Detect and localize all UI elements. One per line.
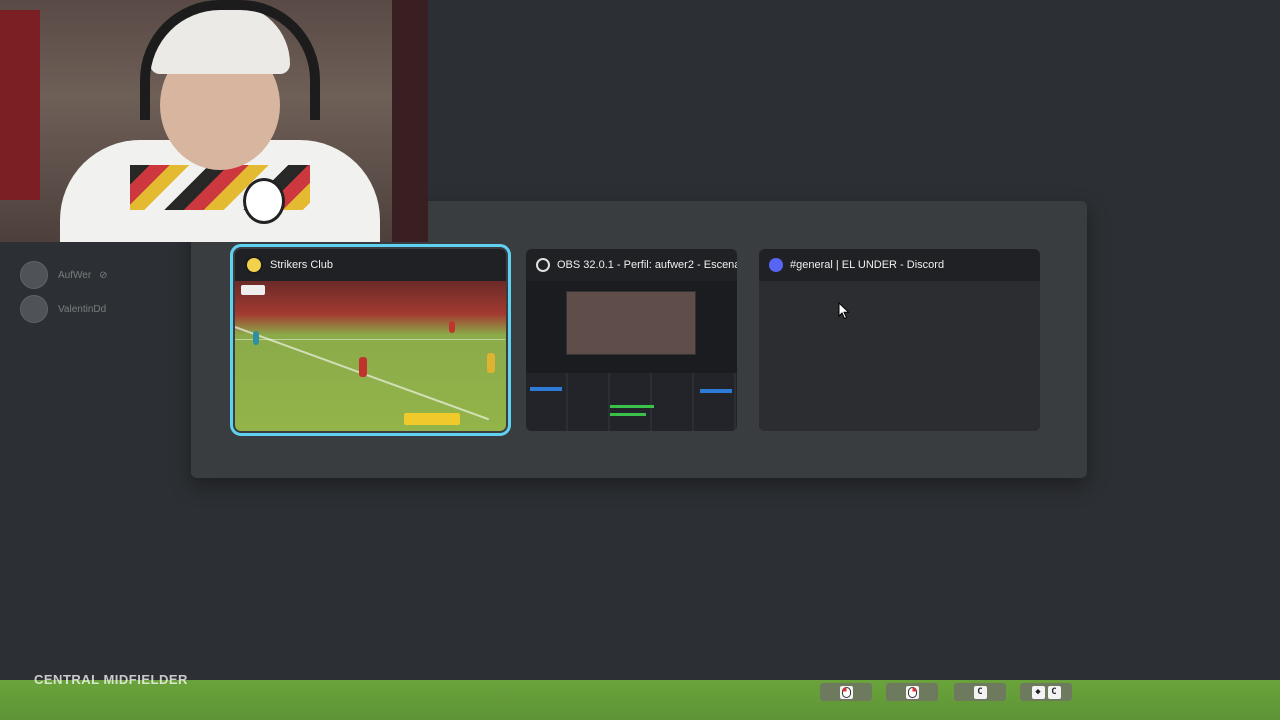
obs-docks <box>526 373 737 431</box>
game-hud-keys <box>404 413 460 425</box>
window-titlebar: Strikers Club <box>235 249 506 281</box>
voice-user[interactable]: AufWer ⊘ <box>20 260 180 290</box>
obs-scene-preview <box>566 291 696 355</box>
scoreboard <box>241 285 265 295</box>
webcam-overlay <box>0 0 428 242</box>
voice-user[interactable]: ValentinDd <box>20 294 180 324</box>
audio-meter <box>610 405 654 408</box>
player <box>253 331 259 345</box>
webcam-shirt-crest <box>243 178 285 224</box>
keycap-c: C <box>1047 685 1061 699</box>
strikers-club-icon <box>245 256 263 274</box>
window-thumbnail-discord[interactable]: #general | EL UNDER - Discord <box>759 249 1040 431</box>
window-titlebar: OBS 32.0.1 - Perfil: aufwer2 - Escenas:.… <box>526 249 737 281</box>
discord-preview <box>759 281 1040 431</box>
game-preview <box>235 281 506 431</box>
game-bottom-hud <box>0 680 1280 720</box>
voice-user-list: AufWer ⊘ ValentinDd <box>20 260 180 328</box>
obs-preview <box>526 281 737 431</box>
webcam-curtain <box>0 10 40 200</box>
webcam-wall <box>392 0 428 242</box>
voice-user-name: ValentinDd <box>58 303 107 315</box>
player <box>449 321 455 333</box>
window-title: #general | EL UNDER - Discord <box>790 259 945 271</box>
obs-icon <box>536 258 550 272</box>
player <box>487 353 495 373</box>
obs-selected-scene <box>530 387 562 391</box>
voice-user-name: AufWer <box>58 269 92 281</box>
window-title: OBS 32.0.1 - Perfil: aufwer2 - Escenas:.… <box>557 259 737 271</box>
webcam-headset <box>140 0 320 120</box>
shift-icon: ◆ <box>1031 685 1045 699</box>
pitch-line <box>235 339 505 340</box>
window-thumbnail-strikers-club[interactable]: Strikers Club <box>230 244 511 436</box>
discord-icon <box>769 258 783 272</box>
audio-meter <box>610 413 646 416</box>
key-hint: C <box>954 683 1006 701</box>
key-hint: ◆ C <box>1020 683 1072 701</box>
mouse-left-icon <box>839 685 853 699</box>
window-titlebar: #general | EL UNDER - Discord <box>759 249 1040 281</box>
key-hint <box>820 683 872 701</box>
window-switcher: Strikers Club OBS 32.0.1 - Perfil: aufwe… <box>191 201 1087 478</box>
mouse-right-icon <box>905 685 919 699</box>
window-thumbnail-obs[interactable]: OBS 32.0.1 - Perfil: aufwer2 - Escenas:.… <box>526 249 737 431</box>
keycap-c: C <box>973 685 987 699</box>
window-title: Strikers Club <box>270 259 333 271</box>
mic-muted-icon: ⊘ <box>99 269 108 281</box>
player-position-label: CENTRAL MIDFIELDER <box>34 672 188 687</box>
key-hint <box>886 683 938 701</box>
avatar <box>20 295 48 323</box>
avatar <box>20 261 48 289</box>
player <box>359 357 367 377</box>
obs-control-button <box>700 389 732 393</box>
